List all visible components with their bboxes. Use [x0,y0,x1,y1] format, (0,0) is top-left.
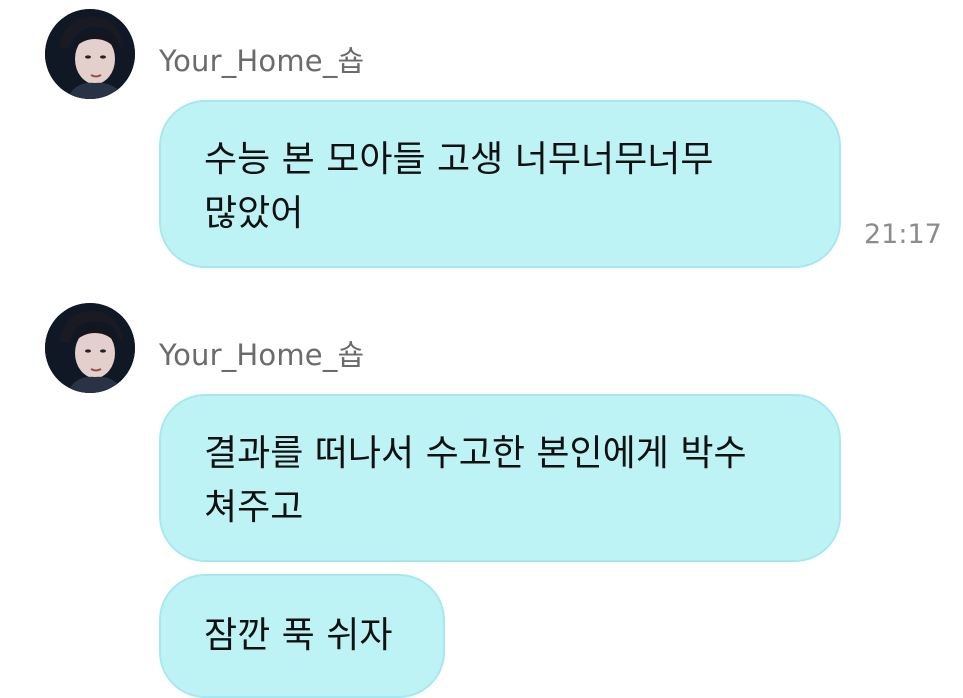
profile-photo-icon [45,9,135,99]
sender-avatar[interactable] [45,9,135,99]
message-bubble[interactable]: 수능 본 모아들 고생 너무너무너무 많았어 [159,100,841,268]
message-bubble[interactable]: 결과를 떠나서 수고한 본인에게 박수 쳐주고 [159,394,841,562]
message-text-line: 결과를 떠나서 수고한 본인에게 박수 [204,433,747,474]
message-text-line: 수능 본 모아들 고생 너무너무너무 [204,139,714,180]
sender-avatar[interactable] [45,303,135,393]
message-bubble[interactable]: 잠깐 푹 쉬자 [159,574,445,698]
message-text-line: 잠깐 푹 쉬자 [204,615,393,656]
message-timestamp: 21:17 [864,219,942,250]
sender-name: Your_Home_숍 [159,338,365,372]
message-text-line: 많았어 [204,193,304,234]
profile-photo-icon [45,303,135,393]
sender-name: Your_Home_숍 [159,44,365,78]
message-text-line: 쳐주고 [204,487,304,528]
